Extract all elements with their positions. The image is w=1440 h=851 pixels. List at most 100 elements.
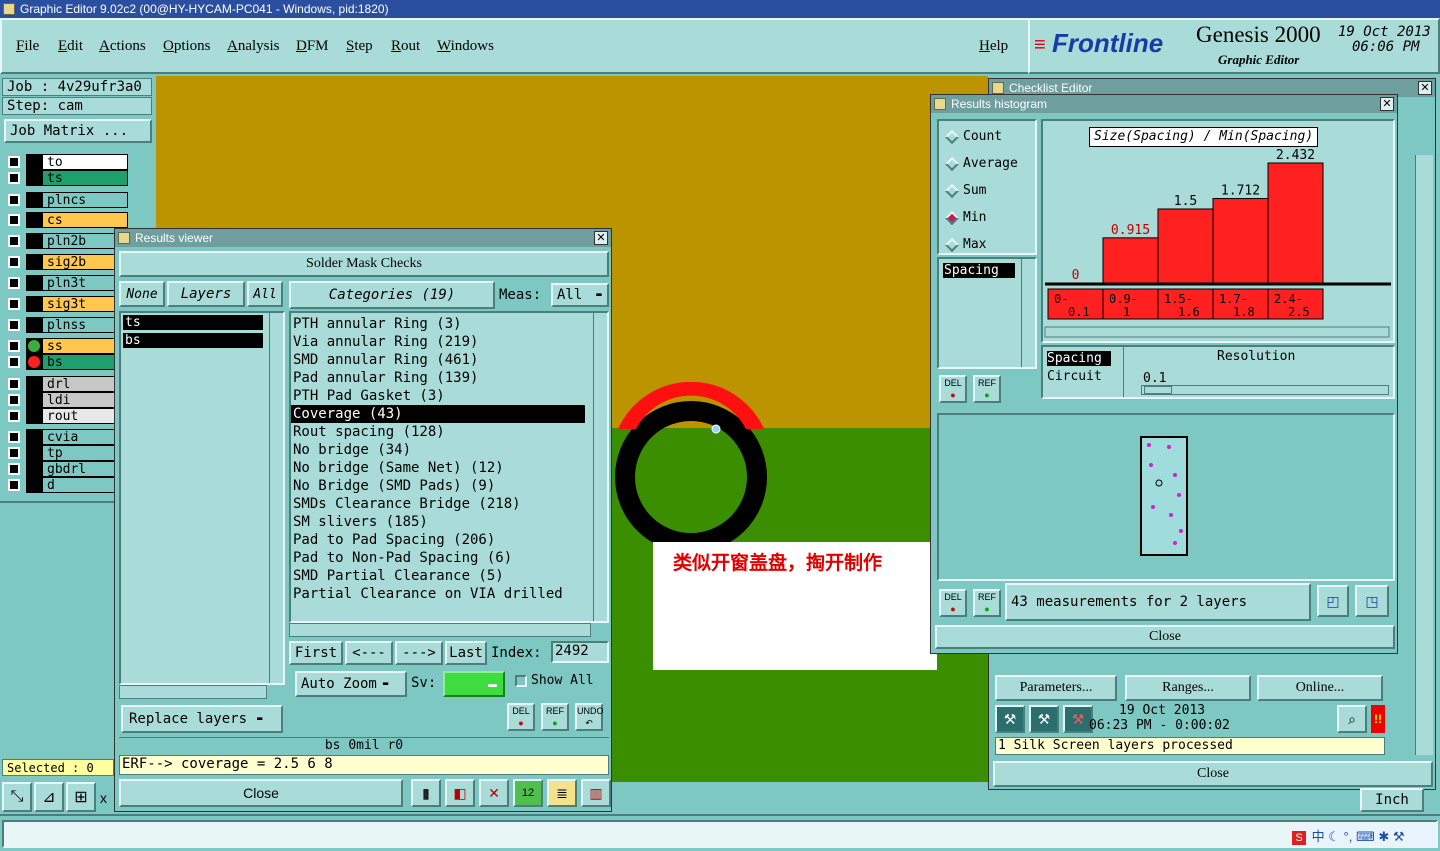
parameters-button[interactable]: Parameters... xyxy=(995,675,1117,701)
category-item[interactable]: PTH Pad Gasket (3) xyxy=(291,387,585,405)
menu-options[interactable]: Options xyxy=(163,38,211,55)
category-item[interactable]: Coverage (43) xyxy=(291,405,585,423)
slider-thumb[interactable] xyxy=(1144,386,1172,394)
hist-ref-button[interactable]: REF ● xyxy=(973,375,1001,403)
rv-close-button[interactable]: Close xyxy=(119,779,403,807)
category-item[interactable]: SMDs Clearance Bridge (218) xyxy=(291,495,585,513)
rv-layer-item[interactable]: bs xyxy=(123,333,263,348)
ime-moon-icon[interactable]: ☾ xyxy=(1328,829,1340,844)
histogram-bar[interactable] xyxy=(1102,237,1159,284)
category-item[interactable]: No Bridge (SMD Pads) (9) xyxy=(291,477,585,495)
layer-checkbox[interactable] xyxy=(8,479,20,491)
layer-row-ss[interactable]: ss xyxy=(6,338,128,354)
del-button[interactable]: DEL ● xyxy=(507,703,535,731)
rv-layer-item[interactable]: ts xyxy=(123,315,263,330)
category-item[interactable]: Via annular Ring (219) xyxy=(291,333,585,351)
units-button[interactable]: Inch xyxy=(1360,788,1424,812)
layer-row-plnss[interactable]: plnss xyxy=(6,317,128,333)
layer-row-cs[interactable]: cs xyxy=(6,212,128,228)
layer-checkbox[interactable] xyxy=(8,172,20,184)
category-item[interactable]: No bridge (Same Net) (12) xyxy=(291,459,585,477)
category-item[interactable]: Pad to Pad Spacing (206) xyxy=(291,531,585,549)
next-button[interactable]: ---> xyxy=(395,641,443,665)
ime-tools-icon[interactable]: ⚒ xyxy=(1393,829,1405,844)
histogram-bar[interactable] xyxy=(1267,162,1324,284)
board-preview[interactable] xyxy=(937,413,1395,581)
category-item[interactable]: Partial Clearance on VIA drilled xyxy=(291,585,585,603)
ranges-button[interactable]: Ranges... xyxy=(1125,675,1251,701)
histogram-close-button[interactable]: Close xyxy=(935,625,1395,649)
close-icon[interactable]: ✕ xyxy=(1380,97,1394,111)
ref-button[interactable]: REF ● xyxy=(541,703,569,731)
menu-windows[interactable]: Windows xyxy=(437,38,494,55)
layer-row-tp[interactable]: tp xyxy=(6,445,128,461)
layer-row-ldi[interactable]: ldi xyxy=(6,392,128,408)
layer-checkbox[interactable] xyxy=(8,319,20,331)
run-icon-2[interactable]: ⚒ xyxy=(1029,705,1059,733)
menu-rout[interactable]: Rout xyxy=(391,38,420,55)
layer-checkbox[interactable] xyxy=(8,298,20,310)
layer-checkbox[interactable] xyxy=(8,156,20,168)
checklist-close-button[interactable]: Close xyxy=(993,761,1433,787)
metric-item[interactable]: Spacing xyxy=(943,263,1015,278)
layer-row-drl[interactable]: drl xyxy=(6,376,128,392)
layer-checkbox[interactable] xyxy=(8,394,20,406)
radio-min[interactable] xyxy=(944,210,960,226)
layer-checkbox[interactable] xyxy=(8,340,20,352)
layer-checkbox[interactable] xyxy=(8,431,20,443)
categories-button[interactable]: Categories (19) xyxy=(289,281,495,309)
index-input[interactable]: 2492 xyxy=(551,641,609,663)
category-item[interactable]: No bridge (34) xyxy=(291,441,585,459)
layer-checkbox[interactable] xyxy=(8,410,20,422)
layer-row-pln3t[interactable]: pln3t xyxy=(6,275,128,291)
layers-button[interactable]: Layers xyxy=(167,281,245,307)
resolution-slider[interactable] xyxy=(1141,385,1389,395)
histogram-bar[interactable] xyxy=(1212,198,1269,284)
layer-row-rout[interactable]: rout xyxy=(6,408,128,424)
layer-checkbox[interactable] xyxy=(8,356,20,368)
undo-button[interactable]: UNDO ↶ xyxy=(575,703,604,731)
online-button[interactable]: Online... xyxy=(1257,675,1383,701)
close-icon[interactable]: ✕ xyxy=(594,231,608,245)
measure-icon[interactable]: ⊿ xyxy=(34,782,64,812)
layer-row-pln2b[interactable]: pln2b xyxy=(6,233,128,249)
layer-checkbox[interactable] xyxy=(8,235,20,247)
grid-icon[interactable]: ⊞ xyxy=(66,782,96,812)
category-item[interactable]: Pad to Non-Pad Spacing (6) xyxy=(291,549,585,567)
last-button[interactable]: Last xyxy=(445,641,487,665)
metric-scrollbar[interactable] xyxy=(1021,259,1035,367)
checklist-scrollbar[interactable] xyxy=(1415,155,1433,755)
layer-row-bs[interactable]: bs xyxy=(6,354,128,370)
menu-edit[interactable]: Edit xyxy=(58,38,83,55)
tool-icon-1[interactable]: ▮ xyxy=(411,779,441,807)
menu-file[interactable]: File xyxy=(16,38,39,55)
layer-row-d[interactable]: d xyxy=(6,477,128,493)
category-item[interactable]: SM slivers (185) xyxy=(291,513,585,531)
layer-checkbox[interactable] xyxy=(8,378,20,390)
chart-export-icon[interactable]: ◰ xyxy=(1317,585,1349,617)
zoom-fit-icon[interactable]: ⤡ xyxy=(2,782,32,812)
histogram-bar[interactable] xyxy=(1157,208,1214,284)
ime-keyboard-icon[interactable]: ⌨ xyxy=(1356,829,1375,844)
menu-analysis[interactable]: Analysis xyxy=(227,38,280,55)
show-all-checkbox[interactable] xyxy=(515,675,527,687)
histogram-icon[interactable]: ▥ xyxy=(581,779,611,807)
layer-checkbox[interactable] xyxy=(8,194,20,206)
prev-button[interactable]: <--- xyxy=(345,641,393,665)
radio-sum[interactable] xyxy=(944,183,960,199)
tool-icon-2[interactable]: ◧ xyxy=(445,779,475,807)
category-item[interactable]: Pad annular Ring (139) xyxy=(291,369,585,387)
menu-step[interactable]: Step xyxy=(346,38,373,55)
layer-checkbox[interactable] xyxy=(8,256,20,268)
job-matrix-button[interactable]: Job Matrix ... xyxy=(4,119,152,143)
none-button[interactable]: None xyxy=(119,281,165,307)
category-item[interactable]: PTH annular Ring (3) xyxy=(291,315,585,333)
layer-row-plncs[interactable]: plncs xyxy=(6,192,128,208)
radio-average[interactable] xyxy=(944,156,960,172)
auto-zoom-select[interactable]: Auto Zoom ▬ xyxy=(295,671,407,697)
tool-icon-3[interactable]: ✕ xyxy=(479,779,509,807)
category-scrollbar[interactable] xyxy=(593,313,607,621)
layer-row-ts[interactable]: ts xyxy=(6,170,128,186)
lower-item[interactable]: Circuit xyxy=(1047,369,1111,384)
layer-row-sig3t[interactable]: sig3t xyxy=(6,296,128,312)
